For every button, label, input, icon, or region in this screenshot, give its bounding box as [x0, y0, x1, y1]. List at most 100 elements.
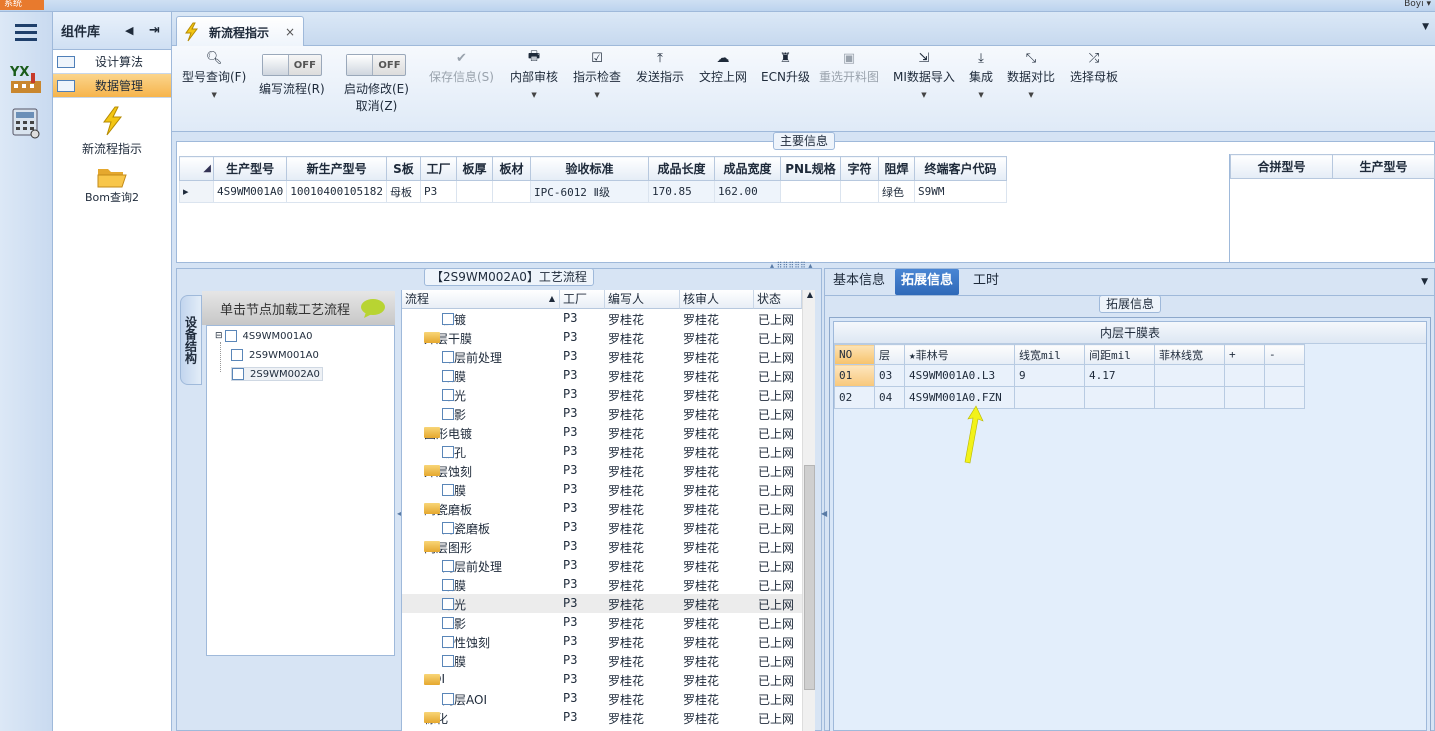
table-cell[interactable] — [1264, 364, 1305, 387]
flow-row[interactable]: ⊟图形电镀P3罗桂花罗桂花已上网 — [402, 423, 802, 442]
column-header[interactable]: 成品宽度 — [713, 156, 781, 181]
equipment-structure-side-tab[interactable]: 设备结构 — [180, 295, 202, 385]
table-cell[interactable]: 04 — [874, 386, 905, 409]
column-header[interactable]: - — [1264, 344, 1305, 365]
table-cell[interactable]: 4S9WM001A0.L3 — [904, 364, 1015, 387]
column-header[interactable]: 板厚 — [455, 156, 493, 181]
table-cell[interactable]: 170.85 — [647, 180, 715, 203]
calculator-button[interactable] — [6, 106, 46, 140]
table-cell[interactable]: 母板 — [385, 180, 421, 203]
table-cell[interactable] — [779, 180, 841, 203]
table-cell[interactable]: 10010400105182 — [286, 180, 387, 203]
table-cell[interactable] — [491, 180, 531, 203]
flow-row[interactable]: 贴膜 P3 罗桂花 罗桂花 已上网 — [402, 575, 802, 594]
flow-row[interactable]: 镀孔 P3 罗桂花 罗桂花 已上网 — [402, 442, 802, 461]
flow-row[interactable]: 陶瓷磨板 P3 罗桂花 罗桂花 已上网 — [402, 518, 802, 537]
table-cell[interactable]: 03 — [874, 364, 905, 387]
select-mother-board-button[interactable]: ⤮ 选择母板 — [1070, 48, 1118, 85]
edit-flow-toggle[interactable]: OFF 编写流程(R) — [259, 48, 325, 97]
flow-row[interactable]: 酸性蚀刻 P3 罗桂花 罗桂花 已上网 — [402, 632, 802, 651]
tab-close-icon[interactable]: × — [285, 25, 295, 39]
flow-row[interactable]: 退膜 P3 罗桂花 罗桂花 已上网 — [402, 480, 802, 499]
save-info-button[interactable]: ✔ 保存信息(S) — [429, 48, 494, 85]
column-header[interactable]: 终端客户代码 — [913, 156, 1007, 181]
flow-row[interactable]: 退膜 P3 罗桂花 罗桂花 已上网 — [402, 651, 802, 670]
vertical-scrollbar[interactable]: ▲ — [802, 290, 815, 731]
user-menu[interactable]: Boyi ▾ — [1404, 0, 1431, 9]
tab-basic-info[interactable]: 基本信息 — [827, 269, 891, 295]
table-row[interactable]: 01 03 4S9WM001A0.L3 9 4.17 — [834, 364, 1305, 387]
table-cell[interactable]: 01 — [834, 364, 875, 387]
column-header[interactable]: 阻焊 — [877, 156, 915, 181]
column-header[interactable]: 线宽mil — [1014, 344, 1085, 365]
table-cell[interactable]: 绿色 — [877, 180, 915, 203]
tab-extended-info[interactable]: 拓展信息 — [895, 269, 960, 295]
flow-row[interactable]: 外层前处理 P3 罗桂花 罗桂花 已上网 — [402, 347, 802, 366]
column-header[interactable]: NO — [834, 344, 875, 365]
table-cell[interactable] — [1084, 386, 1155, 409]
flow-row[interactable]: ⊟陶瓷磨板P3罗桂花罗桂花已上网 — [402, 499, 802, 518]
column-header[interactable]: 验收标准 — [529, 156, 649, 181]
splitter-arrow-left-icon[interactable]: ◀ — [821, 509, 827, 518]
table-cell[interactable]: 4.17 — [1084, 364, 1155, 387]
flow-row[interactable]: ⊟外层蚀刻P3罗桂花罗桂花已上网 — [402, 461, 802, 480]
flow-row[interactable]: 内层前处理 P3 罗桂花 罗桂花 已上网 — [402, 556, 802, 575]
internal-audit-button[interactable]: 🖶︎ 内部审核 ▼ — [510, 48, 558, 99]
start-modify-toggle[interactable]: OFF 启动修改(E) 取消(Z) — [344, 48, 409, 114]
flow-row[interactable]: ⊟AOIP3罗桂花罗桂花已上网 — [402, 670, 802, 689]
column-header[interactable]: S板 — [385, 156, 421, 181]
column-header[interactable]: 菲林线宽 — [1154, 344, 1225, 365]
row-selector-icon[interactable]: ▸ — [179, 180, 214, 203]
cancel-label[interactable]: 取消(Z) — [356, 97, 398, 114]
flow-row[interactable]: 板镀 P3 罗桂花 罗桂花 已上网 — [402, 309, 802, 328]
mi-import-button[interactable]: ⇲ MI数据导入 ▼ — [893, 48, 955, 100]
flow-row[interactable]: 贴膜 P3 罗桂花 罗桂花 已上网 — [402, 366, 802, 385]
column-header[interactable]: 字符 — [839, 156, 879, 181]
column-header[interactable]: + — [1224, 344, 1265, 365]
panel-dropdown-icon[interactable]: ▼ — [1421, 277, 1428, 287]
table-cell[interactable]: 9 — [1014, 364, 1085, 387]
tab-work-hours[interactable]: 工时 — [967, 269, 1005, 295]
speech-bubble-icon[interactable] — [360, 297, 386, 319]
tree-node-child-selected[interactable]: 2S9WM002A0 — [231, 367, 323, 381]
column-header[interactable]: 生产型号 — [212, 156, 288, 181]
table-cell[interactable] — [839, 180, 879, 203]
ecn-upgrade-button[interactable]: ♜ ECN升级 — [761, 48, 810, 85]
column-header[interactable]: 新生产型号 — [286, 156, 387, 181]
scrollbar-thumb[interactable] — [804, 465, 815, 690]
flow-row[interactable]: 曝光 P3 罗桂花 罗桂花 已上网 — [402, 594, 802, 613]
table-cell[interactable] — [455, 180, 493, 203]
table-cell[interactable]: S9WM — [913, 180, 1007, 203]
send-instruction-button[interactable]: ⤒ 发送指示 — [636, 48, 684, 85]
instruction-check-button[interactable]: ☑ 指示检查 ▼ — [573, 48, 621, 100]
tab-new-flow[interactable]: 新流程指示 × — [176, 16, 304, 47]
column-header[interactable]: 生产型号 — [1332, 154, 1435, 179]
column-header-auditor[interactable]: 核审人 — [680, 290, 754, 309]
flow-row[interactable]: 曝光 P3 罗桂花 罗桂花 已上网 — [402, 385, 802, 404]
flow-row[interactable]: 显影 P3 罗桂花 罗桂花 已上网 — [402, 613, 802, 632]
table-cell[interactable] — [1224, 386, 1265, 409]
table-cell[interactable]: 02 — [834, 386, 875, 409]
column-header[interactable]: ★菲林号 — [904, 344, 1015, 365]
column-header-factory[interactable]: 工厂 — [560, 290, 605, 309]
table-cell[interactable] — [1154, 364, 1225, 387]
table-cell[interactable]: P3 — [419, 180, 457, 203]
column-header-writer[interactable]: 编写人 — [605, 290, 680, 309]
column-header[interactable]: 板材 — [491, 156, 531, 181]
collapse-left-icon[interactable]: ◀ — [125, 24, 133, 37]
flow-row[interactable]: ⊟棕化P3罗桂花罗桂花已上网 — [402, 708, 802, 727]
column-header[interactable]: 间距mil — [1084, 344, 1155, 365]
table-cell[interactable] — [1264, 386, 1305, 409]
reselect-material-button[interactable]: ▣ 重选开料图 — [819, 48, 879, 85]
pin-icon[interactable]: ⇥ — [149, 23, 160, 38]
system-menu[interactable]: 系统 — [0, 0, 44, 10]
column-header[interactable]: 工厂 — [419, 156, 457, 181]
column-header[interactable]: 合拼型号 — [1230, 154, 1333, 179]
doc-upload-button[interactable]: ☁ 文控上网 — [699, 48, 747, 85]
column-header[interactable]: PNL规格 — [779, 156, 841, 181]
tree-node-child[interactable]: 2S9WM001A0 — [231, 349, 319, 361]
flow-row[interactable]: 显影 P3 罗桂花 罗桂花 已上网 — [402, 404, 802, 423]
model-query-button[interactable]: 🔍︎ 型号查询(F) ▼ — [182, 48, 246, 100]
table-cell[interactable] — [1224, 364, 1265, 387]
column-header-flow[interactable]: 流程 ▲ — [402, 290, 560, 309]
